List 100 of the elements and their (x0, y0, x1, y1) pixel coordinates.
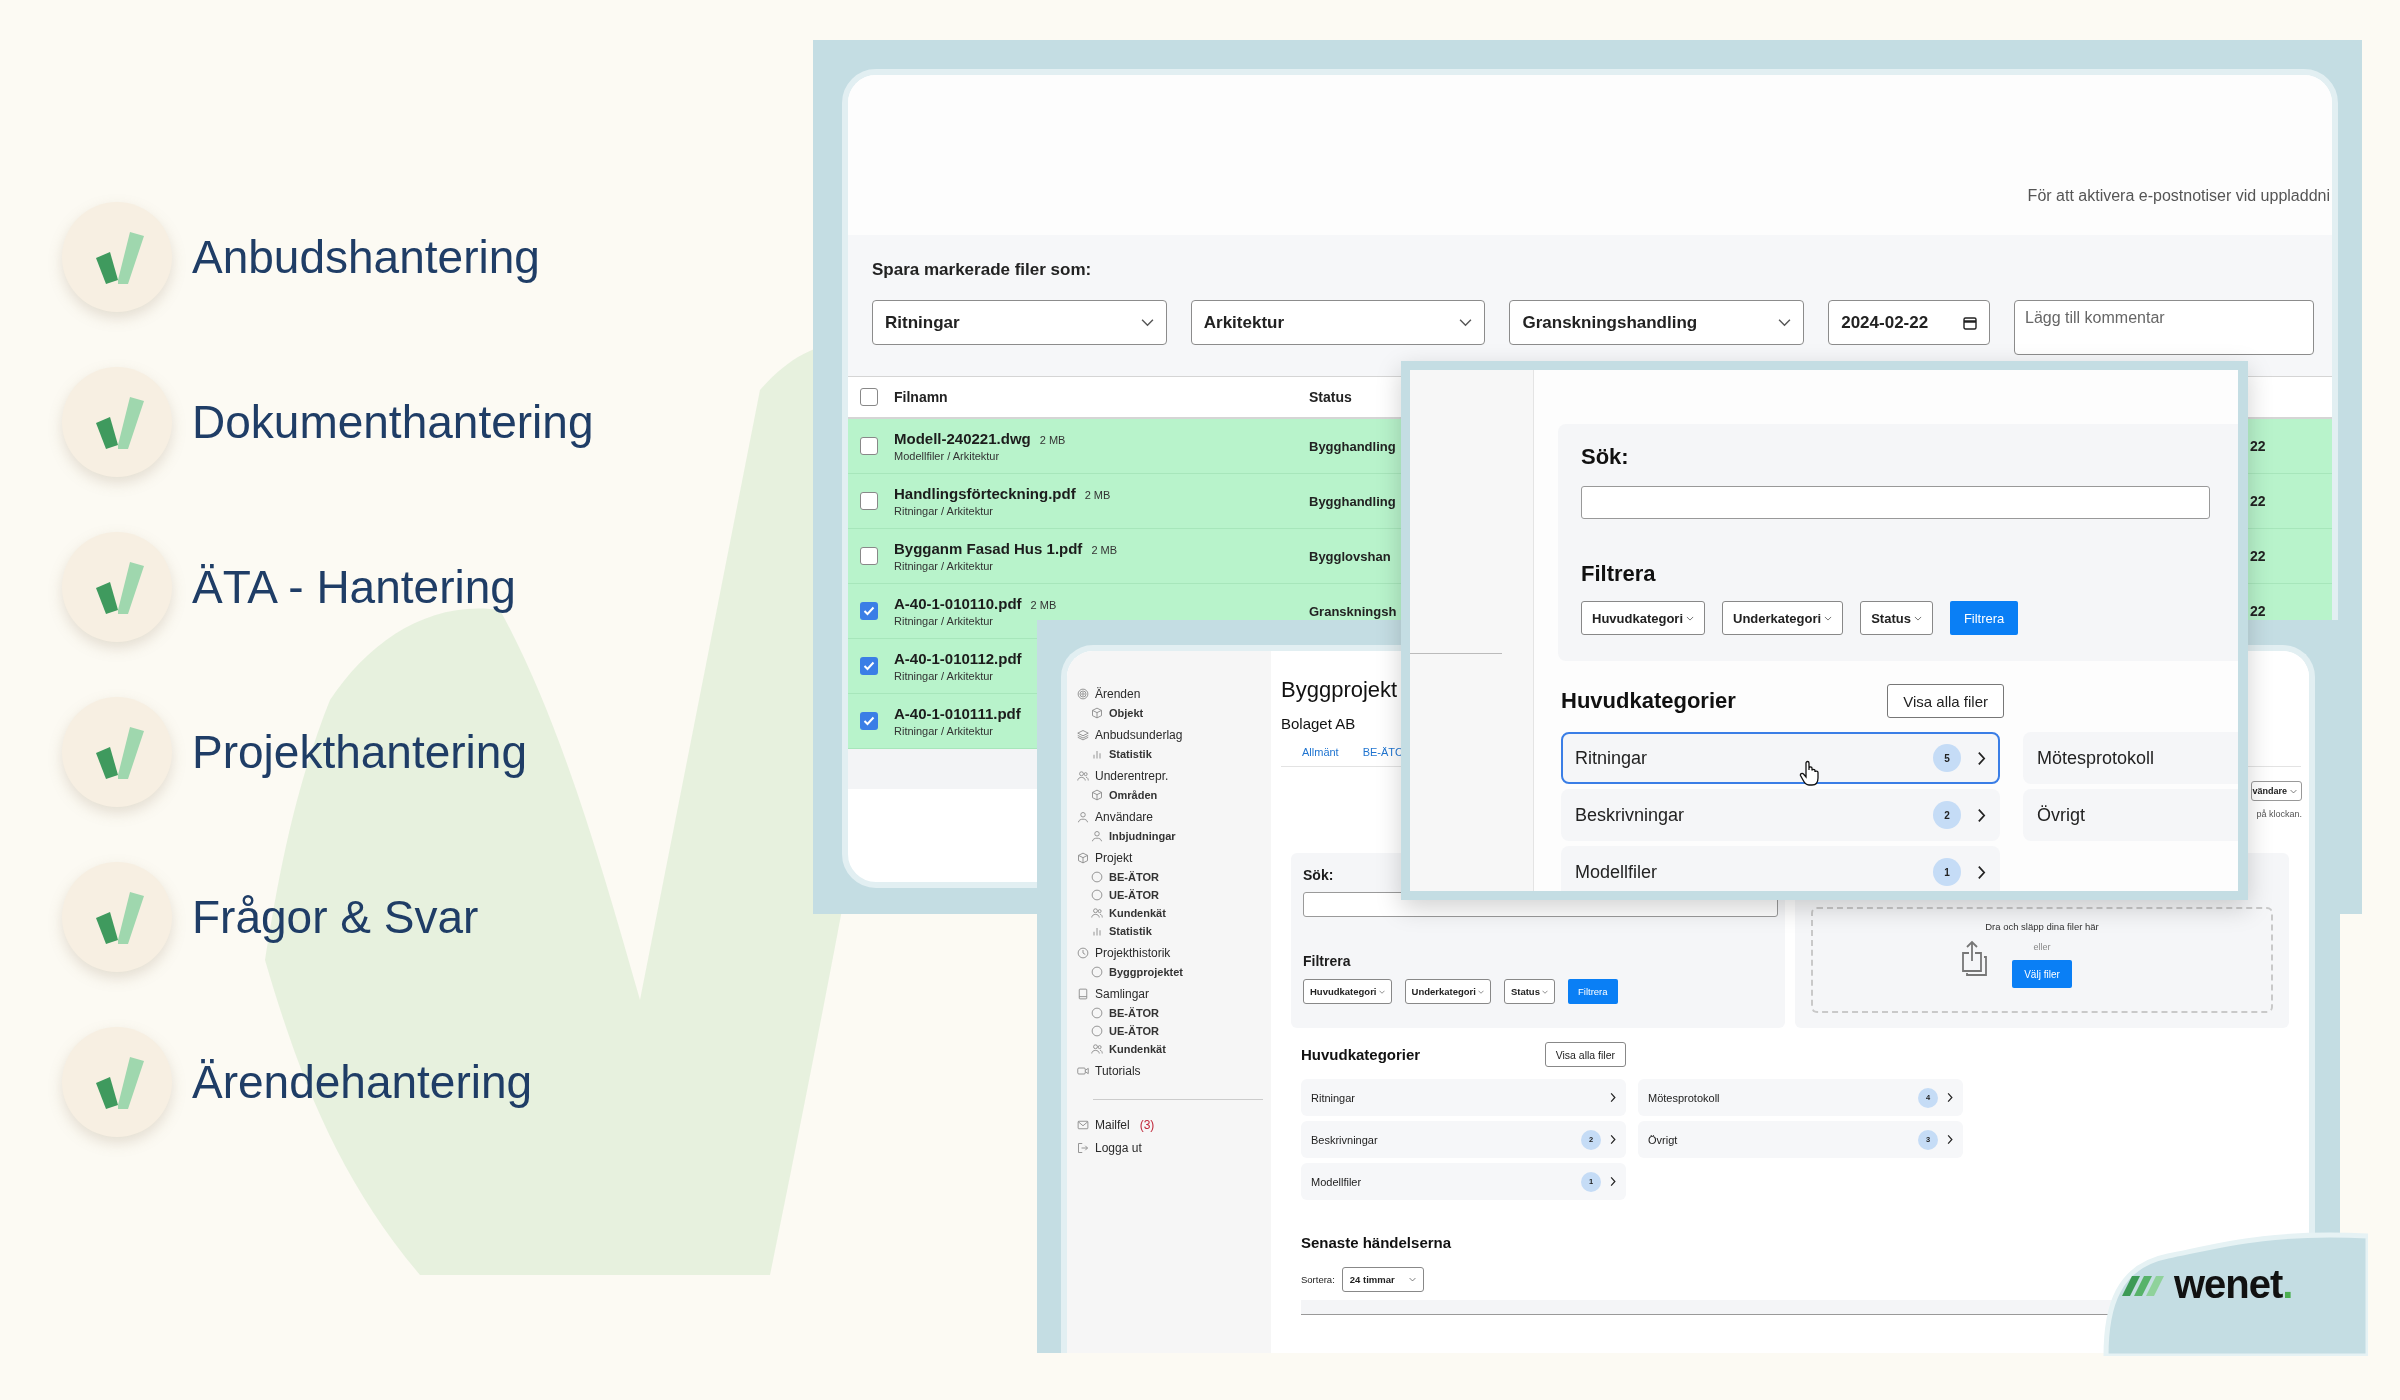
show-all-button[interactable]: Visa alla filer (1887, 684, 2004, 718)
select-field[interactable]: Ritningar (872, 300, 1167, 345)
chevron-down-icon (1408, 1277, 1416, 1282)
date-text: 22 (2250, 548, 2266, 564)
filter-select[interactable]: Status (1503, 979, 1555, 1004)
user-select[interactable]: vändare (2251, 781, 2302, 801)
bar-chart-icon (1091, 925, 1103, 937)
file-size: 2 MB (1084, 489, 1111, 501)
checkbox[interactable] (860, 657, 878, 675)
sidebar-item[interactable]: UE-ÄTOR (1077, 1025, 1271, 1037)
save-label: Spara markerade filer som: (872, 260, 1092, 280)
chevron-down-icon (1686, 615, 1694, 621)
sidebar-item[interactable]: Statistik (1077, 748, 1271, 760)
status-text: Bygghandling (1309, 439, 1396, 454)
sort-label: Sortera: (1301, 1274, 1335, 1285)
sidebar-item[interactable]: Användare (1077, 810, 1271, 824)
cube-icon (1091, 789, 1103, 801)
category-item[interactable]: Övrigt (2023, 789, 2238, 841)
sidebar-item[interactable]: Projekt (1077, 851, 1271, 865)
filter-select[interactable]: Status (1860, 601, 1933, 635)
sidebar-item[interactable]: Mailfel (3) (1077, 1118, 1271, 1132)
sidebar-item[interactable]: BE-ÄTOR (1077, 1007, 1271, 1019)
checkbox[interactable] (860, 492, 878, 510)
file-path: Modellfiler / Arkitektur (894, 450, 1000, 462)
sidebar-item[interactable]: Kundenkät (1077, 907, 1271, 919)
sidebar-item[interactable]: UE-ÄTOR (1077, 889, 1271, 901)
circle-icon (1091, 889, 1103, 901)
checkbox[interactable] (860, 712, 878, 730)
choose-files-button[interactable]: Välj filer (2012, 960, 2072, 988)
filter-select[interactable]: Huvudkategori (1581, 601, 1705, 635)
category-item[interactable]: Mötesprotokoll (2023, 732, 2238, 784)
users-icon (1091, 907, 1103, 919)
comment-field[interactable]: Lägg till kommentar (2014, 300, 2314, 355)
feature-label: Dokumenthantering (192, 395, 594, 449)
sidebar-item[interactable]: Kundenkät (1077, 1043, 1271, 1055)
logout-icon (1077, 1142, 1089, 1154)
category-item[interactable]: Modellfiler 1 (1561, 846, 2000, 891)
category-item[interactable]: Beskrivningar 2 (1561, 789, 2000, 841)
file-name: A-40-1-010110.pdf (894, 595, 1022, 612)
sidebar-item[interactable]: Projekthistorik (1077, 946, 1271, 960)
hand-cursor-icon (1799, 760, 1821, 786)
category-item[interactable]: Ritningar (1301, 1079, 1626, 1116)
filter-select[interactable]: Underkategori (1722, 601, 1844, 635)
section-heading: Huvudkategorier (1301, 1046, 1421, 1063)
chevron-down-icon (1541, 989, 1548, 994)
feature-label: ÄTA - Hantering (192, 560, 516, 614)
checkbox[interactable] (860, 602, 878, 620)
chevron-down-icon (1140, 318, 1154, 327)
filter-button[interactable]: Filtrera (1949, 601, 2019, 635)
sidebar-item[interactable]: Logga ut (1077, 1141, 1271, 1155)
file-size: 2 MB (1091, 544, 1118, 556)
search-field[interactable] (1581, 486, 2210, 519)
sidebar-item[interactable]: Ärenden (1077, 687, 1271, 701)
select-field[interactable]: Granskningshandling (1509, 300, 1805, 345)
sidebar-item[interactable]: Samlingar (1077, 987, 1271, 1001)
count-badge: 1 (1933, 858, 1961, 886)
column-header: Filnamn (894, 389, 949, 405)
tab[interactable]: Allmänt (1302, 746, 1339, 758)
sidebar-item[interactable]: Tutorials (1077, 1064, 1271, 1078)
file-name: A-40-1-010111.pdf (894, 705, 1021, 722)
show-all-button[interactable]: Visa alla filer (1544, 1042, 1626, 1067)
chevron-down-icon (1459, 318, 1473, 327)
chevron-down-icon (1824, 615, 1833, 621)
category-item[interactable]: Ritningar 5 (1561, 732, 2000, 784)
notice-text: För att aktivera e-postnotiser vid uppladdni (2027, 187, 2331, 205)
filter-select[interactable]: Huvudkategori (1303, 979, 1392, 1004)
checkbox[interactable] (860, 437, 878, 455)
status-text: Granskningsh (1309, 604, 1397, 619)
sidebar-item[interactable]: Objekt (1077, 707, 1271, 719)
circle-icon (1091, 1007, 1103, 1019)
cube-icon (1091, 707, 1103, 719)
drop-zone[interactable]: Dra och släpp dina filer här eller Välj filer (1811, 907, 2273, 1013)
status-text: Bygglovshan (1309, 549, 1391, 564)
circle-icon (1091, 966, 1103, 978)
select-field[interactable]: Arkitektur (1190, 300, 1486, 345)
chevron-right-icon (1610, 1176, 1616, 1187)
filter-button[interactable]: Filtrera (1567, 979, 1618, 1004)
sidebar-item[interactable]: Områden (1077, 789, 1271, 801)
sidebar-item[interactable]: Statistik (1077, 925, 1271, 937)
calendar-icon (1963, 315, 1977, 330)
chevron-right-icon (1977, 807, 1986, 823)
chevron-down-icon (1778, 318, 1792, 327)
file-path: Ritningar / Arkitektur (894, 725, 994, 737)
feature-label: Projekthantering (192, 725, 527, 779)
book-icon (1077, 988, 1089, 1000)
date-field[interactable]: 2024-02-22 (1828, 300, 1990, 345)
video-camera-icon (1077, 1065, 1089, 1077)
checkbox[interactable] (860, 547, 878, 565)
sidebar-item[interactable]: Anbudsunderlag (1077, 728, 1271, 742)
file-size: 2 MB (1030, 599, 1057, 611)
sidebar-item[interactable]: Underentrepr. (1077, 769, 1271, 783)
checkbox[interactable] (860, 388, 878, 406)
user-icon (1091, 830, 1103, 842)
sort-select[interactable]: 24 timmar (1341, 1267, 1424, 1292)
sidebar-item[interactable]: Inbjudningar (1077, 830, 1271, 842)
sidebar-item[interactable]: Byggprojektet (1077, 966, 1271, 978)
sidebar-item[interactable]: BE-ÄTOR (1077, 871, 1271, 883)
filter-select[interactable]: Underkategori (1404, 979, 1491, 1004)
clock-icon (1077, 947, 1089, 959)
file-name: Handlingsförteckning.pdf (894, 485, 1076, 502)
